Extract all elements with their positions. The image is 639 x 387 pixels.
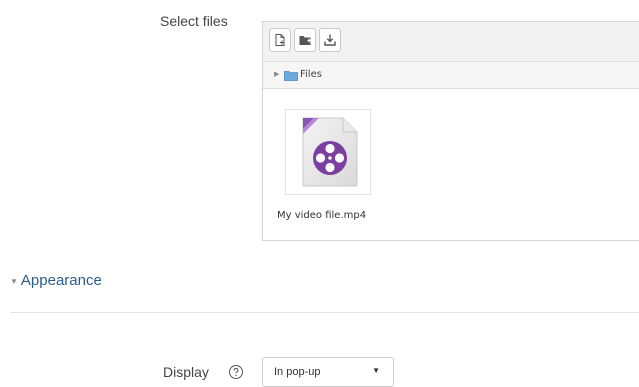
collapse-caret-icon: ▼ (10, 276, 18, 286)
chevron-down-icon: ▼ (372, 366, 380, 375)
display-label: Display (163, 364, 209, 380)
download-icon (324, 34, 336, 46)
file-thumbnail[interactable] (285, 109, 371, 195)
download-button[interactable] (319, 28, 341, 52)
select-files-label: Select files (160, 13, 228, 29)
file-name[interactable]: My video file.mp4 (277, 210, 366, 221)
section-title: Appearance (20, 272, 102, 289)
add-file-button[interactable] (269, 28, 291, 52)
appearance-section-toggle[interactable]: ▼ Appearance (10, 272, 102, 289)
filepicker: ▶ Files My video file.mp4 (262, 21, 639, 241)
create-folder-icon (299, 36, 311, 45)
path-label[interactable]: Files (300, 69, 322, 80)
display-select-value: In pop-up (274, 366, 321, 378)
video-file-icon (302, 117, 358, 187)
display-select[interactable]: In pop-up ▼ (262, 357, 394, 387)
help-icon[interactable] (228, 364, 244, 380)
expand-arrow-icon[interactable]: ▶ (274, 70, 279, 78)
create-folder-button[interactable] (294, 28, 316, 52)
section-divider (10, 312, 639, 313)
filepicker-path: ▶ Files (263, 62, 639, 89)
filepicker-toolbar (263, 22, 639, 62)
folder-icon (284, 70, 298, 84)
add-file-icon (275, 34, 285, 46)
